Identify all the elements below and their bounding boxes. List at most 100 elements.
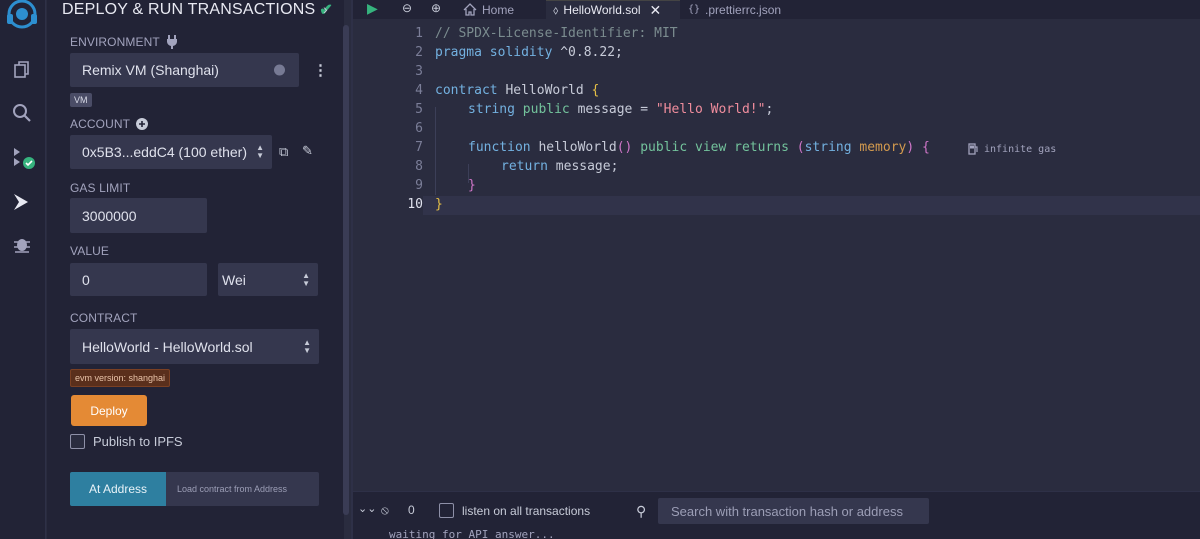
indent-guide	[435, 107, 436, 195]
terminal-output: waiting for API answer...	[389, 528, 555, 539]
line-number: 8	[415, 159, 423, 174]
debugger-icon[interactable]	[8, 230, 36, 258]
search-icon[interactable]	[8, 99, 36, 127]
remix-logo-icon[interactable]	[2, 0, 42, 36]
zoom-out-icon[interactable]: ⊖	[402, 1, 412, 15]
code-line-1: // SPDX-License-Identifier: MIT	[435, 26, 678, 41]
updown-arrows-icon: ▲ ▼	[256, 143, 264, 160]
evm-version-badge: evm version: shanghai	[70, 369, 171, 387]
gas-pump-icon	[968, 143, 978, 155]
account-label: ACCOUNT	[70, 117, 149, 131]
tab-prettierrc-label: .prettierrc.json	[705, 2, 782, 17]
paren-token: ()	[616, 140, 633, 155]
value-label-text: VALUE	[70, 244, 109, 258]
value-input[interactable]: 0	[70, 263, 207, 296]
chevron-right-icon[interactable]: ›	[323, 1, 328, 17]
solidity-compiler-icon[interactable]	[8, 144, 36, 172]
line-number: 5	[415, 102, 423, 117]
at-address-button[interactable]: At Address	[70, 472, 166, 506]
keyword-token: public	[632, 140, 688, 155]
updown-arrows-icon: ▲ ▼	[302, 270, 310, 288]
value-unit-select[interactable]: Wei ▲ ▼	[218, 263, 318, 296]
comment-token: // SPDX-License-Identifier: MIT	[435, 26, 678, 41]
deploy-run-icon[interactable]	[8, 188, 36, 216]
type-token: string	[468, 102, 515, 117]
value-unit: Wei	[222, 271, 246, 288]
solidity-icon: ⬨	[553, 2, 559, 17]
gas-limit-input[interactable]: 3000000	[70, 198, 207, 233]
code-line-10: }	[435, 197, 443, 212]
keyword-token: return	[501, 159, 548, 174]
code-line-5: string public message = "Hello World!";	[468, 102, 773, 117]
listen-checkbox[interactable]	[439, 503, 454, 518]
contract-label: CONTRACT	[70, 311, 137, 325]
updown-arrows-icon: ▲ ▼	[303, 337, 311, 355]
plug-icon	[166, 35, 177, 49]
paren-token: )	[906, 140, 915, 155]
listen-all-toggle[interactable]: listen on all transactions	[439, 503, 590, 518]
gas-limit-label-text: GAS LIMIT	[70, 181, 131, 195]
edit-icon[interactable]: ✎	[302, 143, 313, 159]
clear-console-icon[interactable]: ⦸	[381, 503, 389, 518]
info-icon[interactable]: ⋮	[313, 61, 328, 79]
keyword-token: view	[687, 140, 727, 155]
contract-select[interactable]: HelloWorld - HelloWorld.sol ▲ ▼	[70, 329, 319, 364]
panel-title: DEPLOY & RUN TRANSACTIONS ✔	[62, 0, 333, 20]
environment-label: ENVIRONMENT	[70, 35, 178, 49]
gas-limit-value: 3000000	[82, 207, 137, 224]
publish-ipfs-checkbox[interactable]	[70, 434, 85, 449]
load-contract-input[interactable]: Load contract from Address	[166, 472, 319, 506]
account-select[interactable]: 0x5B3...eddC4 (100 ether) ▲ ▼	[70, 135, 272, 169]
string-token: "Hello World!"	[655, 102, 766, 117]
close-tab-icon[interactable]: ✕	[650, 2, 662, 19]
copy-icon[interactable]: ⧉	[279, 144, 288, 160]
brace-token: }	[468, 178, 476, 193]
line-number-current: 10	[407, 197, 423, 212]
environment-label-text: ENVIRONMENT	[70, 35, 160, 49]
keyword-token: function	[468, 140, 531, 155]
panel-scrollbar[interactable]	[343, 25, 349, 515]
code-editor[interactable]: 1 2 3 4 5 6 7 8 9 10 // SPDX-License-Ide…	[353, 19, 1200, 491]
code-line-9: }	[468, 178, 476, 193]
pending-tx-count: 0	[408, 503, 415, 517]
brace-token: {	[914, 140, 930, 155]
environment-select[interactable]: Remix VM (Shanghai)	[70, 53, 299, 87]
collapse-terminal-icon[interactable]: ⌄⌄	[358, 502, 376, 515]
code-token: ;	[765, 102, 774, 117]
gas-limit-label: GAS LIMIT	[70, 181, 130, 195]
home-icon	[463, 3, 477, 16]
transaction-search-input[interactable]: Search with transaction hash or address	[658, 498, 929, 524]
contract-value: HelloWorld - HelloWorld.sol	[82, 338, 253, 355]
zoom-in-icon[interactable]: ⊕	[431, 1, 441, 15]
line-number: 7	[415, 140, 423, 155]
brace-token: {	[591, 83, 600, 98]
environment-value: Remix VM (Shanghai)	[82, 62, 219, 78]
tab-prettierrc[interactable]: {} .prettierrc.json	[688, 0, 798, 19]
deploy-button[interactable]: Deploy	[71, 395, 147, 426]
code-line-4: contract HelloWorld {	[435, 83, 599, 98]
code-line-7: function helloWorld() public view return…	[468, 140, 930, 155]
tab-helloworld-label: HelloWorld.sol	[563, 3, 641, 17]
keyword-token: returns	[726, 140, 789, 155]
code-line-2: pragma solidity ^0.8.22;	[435, 45, 623, 60]
tab-helloworld[interactable]: ⬨ HelloWorld.sol ✕	[546, 0, 680, 19]
tab-home[interactable]: Home	[463, 0, 543, 19]
gas-estimate-text: infinite gas	[984, 143, 1057, 155]
account-value: 0x5B3...eddC4 (100 ether)	[82, 144, 247, 160]
file-explorer-icon[interactable]	[8, 56, 36, 84]
vm-badge: VM	[70, 93, 92, 107]
line-gutter: 1 2 3 4 5 6 7 8 9 10	[353, 19, 423, 491]
keyword-token: memory	[851, 140, 907, 155]
icon-rail	[0, 0, 46, 539]
search-icon: ⚲	[636, 503, 647, 519]
line-number: 1	[415, 26, 423, 41]
value-label: VALUE	[70, 244, 109, 258]
code-token: message =	[569, 102, 656, 117]
keyword-token: pragma solidity	[435, 45, 553, 60]
paren-token: (	[788, 140, 805, 155]
terminal-panel: ⌄⌄ ⦸ 0 listen on all transactions ⚲ Sear…	[353, 491, 1200, 539]
type-token: string	[804, 140, 852, 155]
contract-label-text: CONTRACT	[70, 311, 138, 325]
add-account-icon[interactable]	[136, 118, 149, 130]
run-play-icon[interactable]: ▶	[367, 0, 378, 17]
